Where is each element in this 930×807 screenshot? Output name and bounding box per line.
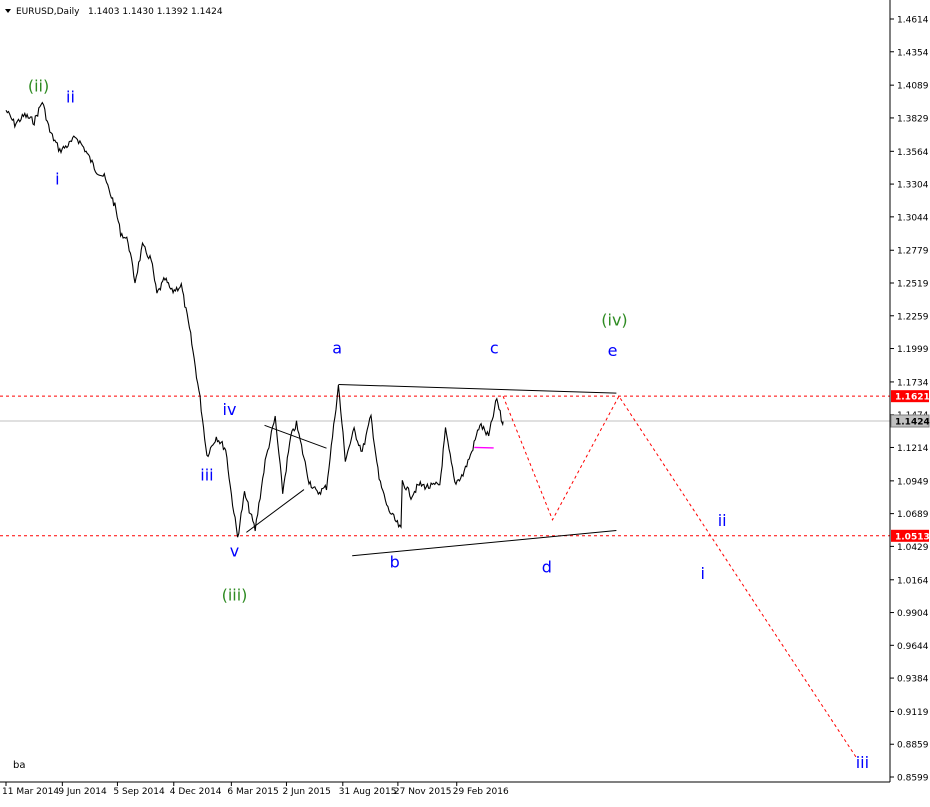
trend-line-4 <box>474 446 494 449</box>
ohlc-values: 1.1403 1.1430 1.1392 1.1424 <box>88 7 223 17</box>
x-tick-label: 11 Mar 2014 <box>2 787 59 797</box>
x-tick-label: 6 Mar 2015 <box>227 787 278 797</box>
price-tag-label: 1.1424 <box>895 417 930 427</box>
x-tick-label: 31 Aug 2015 <box>339 787 397 797</box>
wave-label-14: i <box>701 564 705 583</box>
wave-label-12: e <box>608 341 618 360</box>
wave-label-4: iii <box>200 466 213 485</box>
wave-label-9: c <box>490 338 499 357</box>
wave-label-3: iv <box>223 400 237 419</box>
y-tick-label: 1.4614 <box>897 16 929 26</box>
wave-label-13: ii <box>718 511 727 530</box>
y-tick-label: 1.0949 <box>897 477 929 487</box>
price-tag-label: 1.1621 <box>895 393 930 403</box>
y-tick-label: 0.9904 <box>897 609 929 619</box>
wave-label-11: (iv) <box>601 311 627 330</box>
x-tick-label: 4 Dec 2014 <box>170 787 222 797</box>
y-tick-label: 1.3044 <box>897 213 929 223</box>
footer-label: ba <box>13 760 25 771</box>
x-tick-label: 9 Jun 2014 <box>58 787 107 797</box>
wave-label-1: ii <box>66 88 75 107</box>
y-tick-label: 0.9384 <box>897 675 929 685</box>
wave-label-7: a <box>332 338 342 357</box>
symbol-label: EURUSD,Daily <box>16 7 80 17</box>
y-tick-label: 1.2519 <box>897 280 929 290</box>
chart-background <box>0 0 930 802</box>
wave-label-2: i <box>55 170 59 189</box>
y-tick-label: 1.1999 <box>897 345 929 355</box>
price-tag-label: 1.0513 <box>895 532 930 542</box>
x-tick-label: 5 Sep 2014 <box>113 787 165 797</box>
wave-label-8: b <box>390 553 400 572</box>
y-tick-label: 1.2259 <box>897 312 929 322</box>
y-tick-label: 1.3564 <box>897 148 929 158</box>
y-tick-label: 1.0689 <box>897 510 929 520</box>
y-tick-label: 1.2779 <box>897 247 929 257</box>
y-tick-label: 0.8599 <box>897 774 929 784</box>
x-tick-label: 29 Feb 2016 <box>453 787 509 797</box>
y-tick-label: 1.4354 <box>897 48 929 58</box>
wave-label-5: v <box>230 541 239 560</box>
y-tick-label: 1.0164 <box>897 576 929 586</box>
wave-label-0: (ii) <box>28 76 49 95</box>
y-tick-label: 0.9644 <box>897 642 929 652</box>
y-tick-label: 1.1214 <box>897 444 929 454</box>
chart-container: (ii) ii i iv iii v (iii) a b c d (iv) e ii i iii 1.4614… <box>0 0 930 802</box>
wave-label-15: iii <box>856 753 869 772</box>
y-tick-label: 1.3304 <box>897 181 929 191</box>
x-tick-label: 27 Nov 2015 <box>394 787 452 797</box>
wave-label-10: d <box>542 558 552 577</box>
y-tick-label: 0.9119 <box>897 708 929 718</box>
x-tick-label: 2 Jun 2015 <box>282 787 330 797</box>
y-tick-label: 1.1734 <box>897 378 929 388</box>
wave-label-6: (iii) <box>222 585 248 604</box>
y-tick-label: 1.3829 <box>897 114 929 124</box>
y-tick-label: 1.4089 <box>897 82 929 92</box>
y-tick-label: 1.0429 <box>897 543 929 553</box>
y-tick-label: 0.8859 <box>897 741 929 751</box>
chart-header: EURUSD,Daily 1.1403 1.1430 1.1392 1.1424 <box>5 7 223 17</box>
price-chart: (ii)iiiiviiiv(iii)abcd(iv)eiiiiii 1.4614… <box>0 0 930 802</box>
